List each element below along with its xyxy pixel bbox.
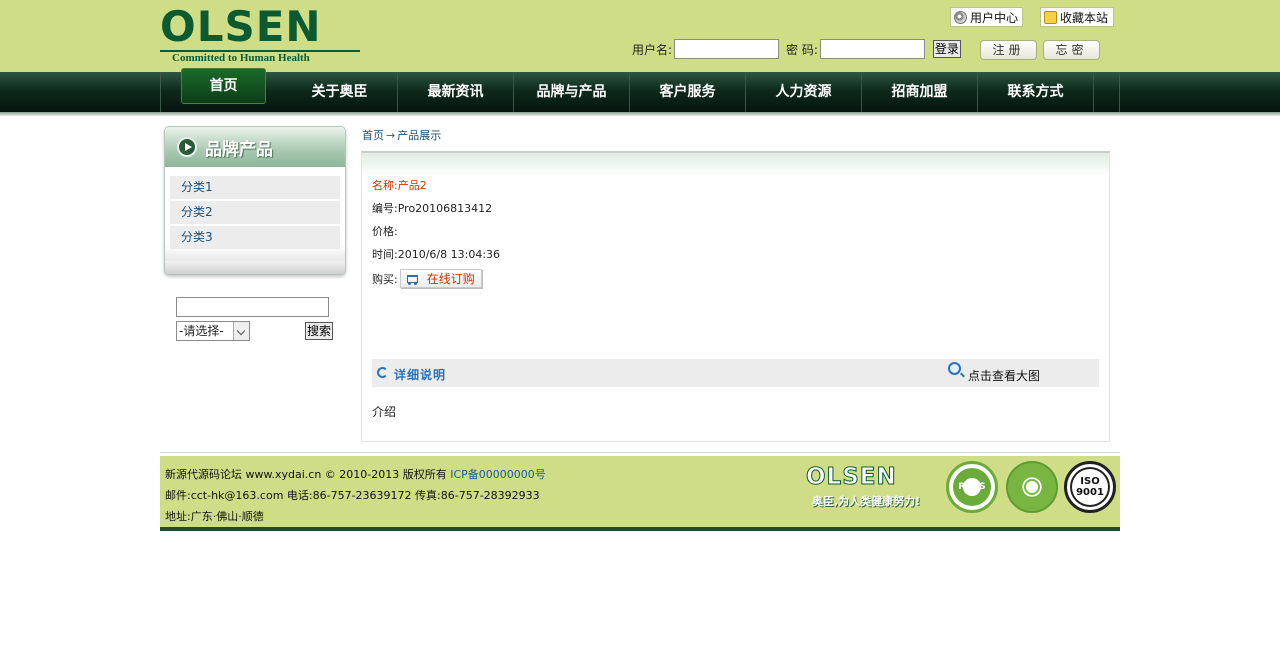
search-select-value: -请选择- — [179, 324, 224, 338]
nav-brands-products[interactable]: 品牌与产品 — [514, 72, 630, 112]
password-label: 密 码: — [786, 42, 818, 57]
nav-franchise[interactable]: 招商加盟 — [862, 72, 978, 112]
logo-tagline: Committed to Human Health — [172, 52, 310, 64]
user-icon — [954, 10, 967, 24]
category-item-3[interactable]: 分类3 — [170, 226, 340, 249]
footer-divider — [160, 452, 1120, 453]
nav-home[interactable]: 首页 — [181, 68, 266, 104]
cart-icon — [405, 273, 419, 285]
nav-human-resources[interactable]: 人力资源 — [746, 72, 862, 112]
breadcrumb-separator: → — [386, 129, 396, 142]
footer-address: 地址:广东·佛山·顺德 — [165, 510, 264, 523]
nav-bar: 首页 关于奥臣 最新资讯 品牌与产品 客户服务 人力资源 招商加盟 联系方式 — [160, 68, 1120, 112]
username-label: 用户名: — [632, 42, 673, 57]
nav-contact[interactable]: 联系方式 — [978, 72, 1094, 112]
nav-news[interactable]: 最新资讯 — [398, 72, 514, 112]
product-time: 2010/6/8 13:04:36 — [397, 248, 501, 261]
category-list: 分类1 分类2 分类3 — [170, 176, 340, 251]
category-panel-header: 品牌产品 — [165, 127, 345, 167]
username-input[interactable] — [674, 39, 780, 59]
view-large-image-link[interactable]: 点击查看大图 — [968, 367, 1040, 384]
product-price-row: 价格: — [372, 223, 398, 239]
category-panel: 品牌产品 分类1 分类2 分类3 — [164, 126, 346, 275]
forgot-password-button[interactable]: 忘密 — [1043, 40, 1100, 60]
nav-about[interactable]: 关于奥臣 — [282, 72, 398, 112]
footer-contact: 邮件:cct-hk@163.com 电话:86-757-23639172 传真:… — [165, 489, 540, 502]
chevron-down-icon[interactable] — [233, 322, 249, 340]
magnifier-icon[interactable] — [948, 362, 961, 375]
nav-customer-service[interactable]: 客户服务 — [630, 72, 746, 112]
site-header: OLSEN Committed to Human Health 用户中心 收藏本… — [0, 0, 1280, 72]
iso9001-badge: ISO 9001 — [1064, 461, 1116, 513]
order-online-button[interactable]: 在线订购 — [399, 269, 482, 288]
nav-shadow — [0, 112, 1280, 116]
rohs-label: RoHS — [958, 481, 986, 492]
footer-bottom-bar — [160, 527, 1120, 531]
search-input[interactable] — [176, 297, 329, 317]
product-time-row: 时间:2010/6/8 13:04:36 — [372, 246, 500, 262]
login-button[interactable]: 登录 — [932, 40, 961, 58]
bookmark-link[interactable]: 收藏本站 — [1040, 7, 1114, 27]
login-form: 用户名: 密 码: 登录 — [632, 38, 961, 60]
footer-copyright-text: 新源代源码论坛 www.xydai.cn © 2010-2013 版权所有 — [165, 468, 451, 481]
panel-top-gradient — [362, 153, 1109, 177]
play-icon — [177, 137, 197, 157]
footer-logo: OLSEN 奥臣,为人类健康努力! — [806, 464, 928, 510]
product-intro: 介绍 — [372, 405, 397, 419]
user-center-label: 用户中心 — [969, 10, 1018, 25]
product-code: Pro20106813412 — [397, 202, 493, 215]
olsen-logo[interactable]: OLSEN Committed to Human Health — [160, 4, 360, 64]
detail-section-bar: 详细说明 点击查看大图 — [372, 359, 1099, 387]
environmental-badge — [1006, 461, 1058, 513]
product-name-row: 名称:产品2 — [372, 177, 427, 193]
footer-slogan: 奥臣,为人类健康努力! — [812, 495, 921, 508]
main-nav: 首页 关于奥臣 最新资讯 品牌与产品 客户服务 人力资源 招商加盟 联系方式 — [0, 68, 1280, 112]
detail-section-title: 详细说明 — [394, 368, 447, 382]
site-footer: 新源代源码论坛 www.xydai.cn © 2010-2013 版权所有 IC… — [160, 456, 1120, 527]
bookmark-icon — [1044, 10, 1057, 24]
product-code-label: 编号: — [372, 202, 398, 215]
breadcrumb-current[interactable]: 产品展示 — [397, 129, 441, 142]
footer-logo-wordmark: OLSEN — [806, 464, 897, 491]
refresh-icon — [377, 367, 388, 378]
rohs-badge: RoHS — [946, 461, 998, 513]
product-detail-panel: 名称:产品2 编号:Pro20106813412 价格: 时间:2010/6/8… — [361, 151, 1110, 442]
category-item-1[interactable]: 分类1 — [170, 176, 340, 199]
order-online-label: 在线订购 — [426, 272, 475, 286]
password-input[interactable] — [819, 39, 925, 59]
logo-wordmark: OLSEN — [160, 2, 322, 51]
product-buy-row: 购买: 在线订购 — [372, 269, 482, 288]
bookmark-label: 收藏本站 — [1060, 10, 1109, 25]
icp-link[interactable]: ICP备00000000号 — [450, 468, 546, 481]
product-code-row: 编号:Pro20106813412 — [372, 200, 492, 216]
product-name: 产品2 — [397, 179, 427, 192]
user-center-link[interactable]: 用户中心 — [950, 7, 1023, 27]
product-time-label: 时间: — [372, 248, 398, 261]
footer-copyright: 新源代源码论坛 www.xydai.cn © 2010-2013 版权所有 IC… — [165, 466, 546, 482]
environmental-badge-emblem — [1024, 479, 1040, 495]
category-item-2[interactable]: 分类2 — [170, 201, 340, 224]
product-name-label: 名称: — [372, 179, 398, 192]
product-price-label: 价格: — [372, 225, 398, 238]
category-panel-footer — [165, 261, 345, 274]
search-category-select[interactable]: -请选择- — [176, 321, 250, 341]
breadcrumb: 首页 → 产品展示 — [362, 127, 441, 143]
search-button[interactable]: 搜索 — [305, 322, 333, 340]
register-button[interactable]: 注册 — [980, 40, 1037, 60]
breadcrumb-home[interactable]: 首页 — [362, 129, 384, 142]
product-buy-label: 购买: — [372, 272, 398, 286]
category-panel-title: 品牌产品 — [205, 140, 273, 160]
